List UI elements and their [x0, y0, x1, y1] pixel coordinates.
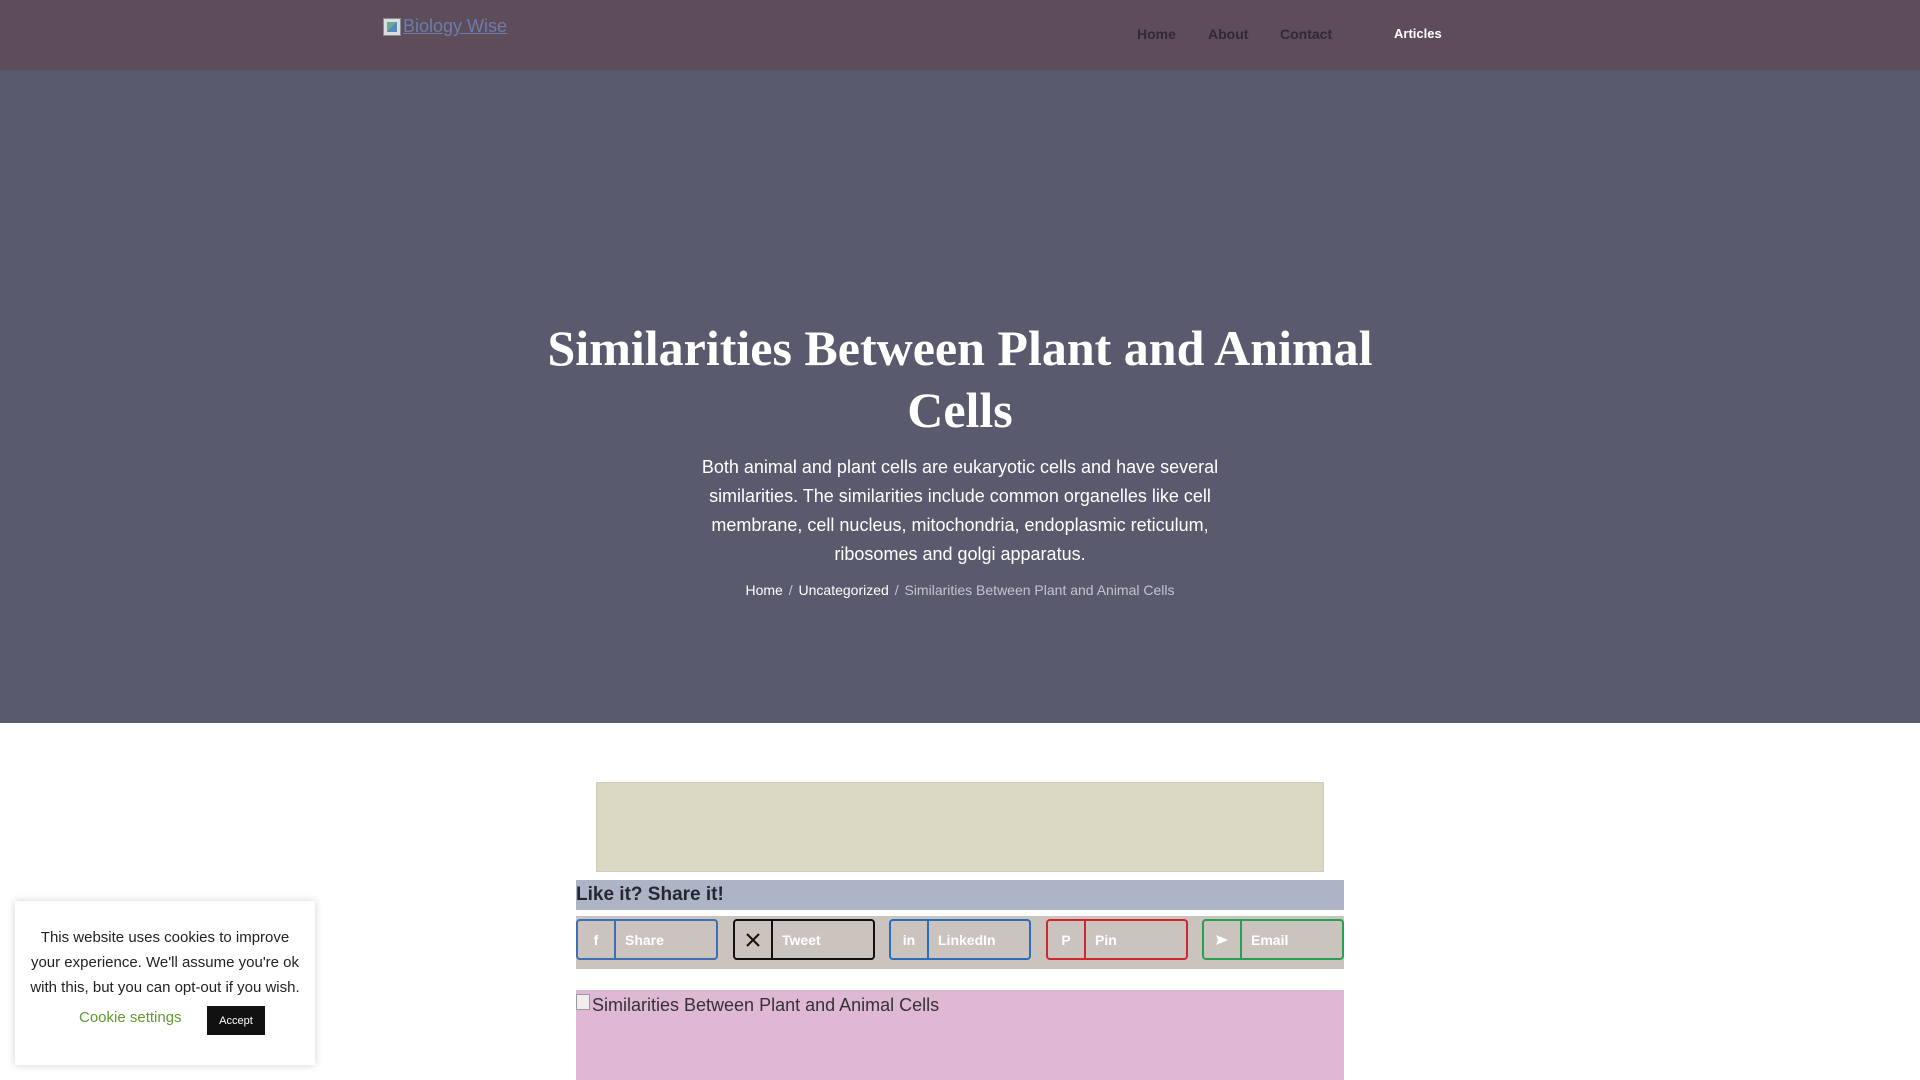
nav-item-articles[interactable]: Articles	[1394, 26, 1442, 41]
share-button-label: Email	[1251, 931, 1289, 948]
breadcrumb-separator: /	[788, 582, 793, 598]
logo-alt-text: Biology Wise	[403, 16, 508, 36]
share-button-label: Tweet	[782, 931, 821, 948]
nav-item-home[interactable]: Home	[1137, 26, 1176, 42]
featured-image: Similarities Between Plant and Animal Ce…	[576, 990, 1344, 1080]
cookie-consent-popup: This website uses cookies to improve you…	[15, 901, 315, 1065]
breadcrumb-home[interactable]: Home	[746, 582, 783, 598]
nav-item-about[interactable]: About	[1208, 26, 1248, 42]
share-heading-bar: Like it? Share it!	[576, 880, 1344, 910]
share-buttons-bar: f Share Tweet in LinkedIn P Pin Email	[576, 916, 1344, 969]
facebook-icon: f	[578, 921, 616, 958]
broken-image-icon	[576, 994, 590, 1010]
email-icon	[1204, 921, 1242, 958]
share-button-label: Share	[625, 931, 664, 948]
page-title: Similarities Between Plant and Animal Ce…	[547, 320, 1373, 438]
cookie-message: This website uses cookies to improve you…	[30, 929, 300, 996]
site-header: Biology Wise Home About Contact Articles	[0, 0, 1920, 70]
facebook-share-button[interactable]: f Share	[576, 919, 718, 960]
nav-item-contact[interactable]: Contact	[1280, 26, 1332, 42]
breadcrumb-separator: /	[894, 582, 899, 598]
breadcrumb-current: Similarities Between Plant and Animal Ce…	[904, 582, 1175, 598]
broken-image-icon	[383, 17, 401, 36]
ad-placeholder	[596, 782, 1324, 872]
breadcrumb-category[interactable]: Uncategorized	[799, 582, 889, 598]
site-logo[interactable]: Biology Wise	[383, 16, 507, 37]
cookie-accept-button[interactable]: Accept	[207, 1006, 265, 1035]
cookie-settings-link[interactable]: Cookie settings	[79, 1009, 182, 1026]
x-icon	[735, 921, 773, 958]
featured-image-alt-text: Similarities Between Plant and Animal Ce…	[592, 995, 940, 1015]
pinterest-pin-button[interactable]: P Pin	[1046, 919, 1188, 960]
x-tweet-button[interactable]: Tweet	[733, 919, 875, 960]
page-description: Both animal and plant cells are eukaryot…	[701, 457, 1219, 564]
pinterest-icon: P	[1048, 921, 1086, 958]
email-share-button[interactable]: Email	[1202, 919, 1344, 960]
share-button-label: LinkedIn	[938, 931, 996, 948]
linkedin-share-button[interactable]: in LinkedIn	[889, 919, 1031, 960]
hero-banner: Similarities Between Plant and Animal Ce…	[0, 70, 1920, 723]
breadcrumb: Home / Uncategorized / Similarities Betw…	[560, 582, 1360, 598]
share-heading: Like it? Share it!	[576, 884, 724, 905]
share-button-label: Pin	[1095, 931, 1117, 948]
linkedin-icon: in	[891, 921, 929, 958]
